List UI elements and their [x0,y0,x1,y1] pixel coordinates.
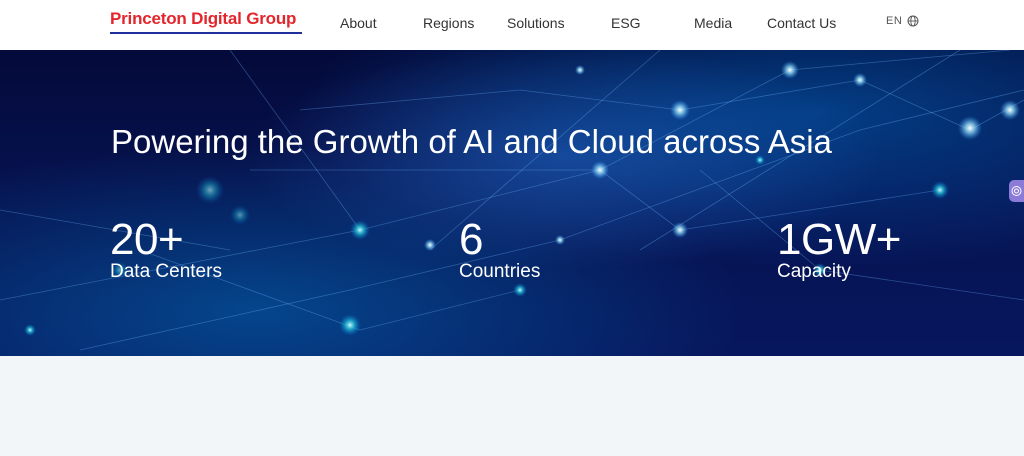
nav-contact-us[interactable]: Contact Us [767,14,836,32]
stat-countries: 6 Countries [459,218,540,283]
stat-value: 1GW+ [777,215,901,264]
stat-data-centers: 20+ Data Centers [110,218,222,283]
nav-solutions[interactable]: Solutions [507,14,565,32]
logo-underline [110,32,302,34]
stat-label: Data Centers [110,261,222,282]
stat-value: 6 [459,215,483,264]
logo[interactable]: Princeton Digital Group [110,9,302,35]
hero-title: Powering the Growth of AI and Cloud acro… [111,123,832,160]
stat-capacity: 1GW+ Capacity [777,218,901,283]
stat-value: 20+ [110,215,184,264]
accessibility-icon [1011,186,1022,196]
hero-banner: Powering the Growth of AI and Cloud acro… [0,50,1024,356]
nav-esg[interactable]: ESG [611,14,641,32]
accessibility-widget-button[interactable] [1009,180,1024,202]
globe-icon [907,15,919,27]
nav-media[interactable]: Media [694,14,732,32]
stat-label: Countries [459,261,541,282]
logo-text: Princeton Digital Group [110,9,297,28]
stat-label: Capacity [777,261,851,282]
site-header: Princeton Digital Group About Regions So… [0,0,1024,50]
nav-regions[interactable]: Regions [423,14,474,32]
network-background [0,50,1024,351]
page-content-area [0,356,1024,456]
nav-about[interactable]: About [340,14,377,32]
language-label: EN [886,15,903,27]
language-selector[interactable]: EN [886,15,919,27]
